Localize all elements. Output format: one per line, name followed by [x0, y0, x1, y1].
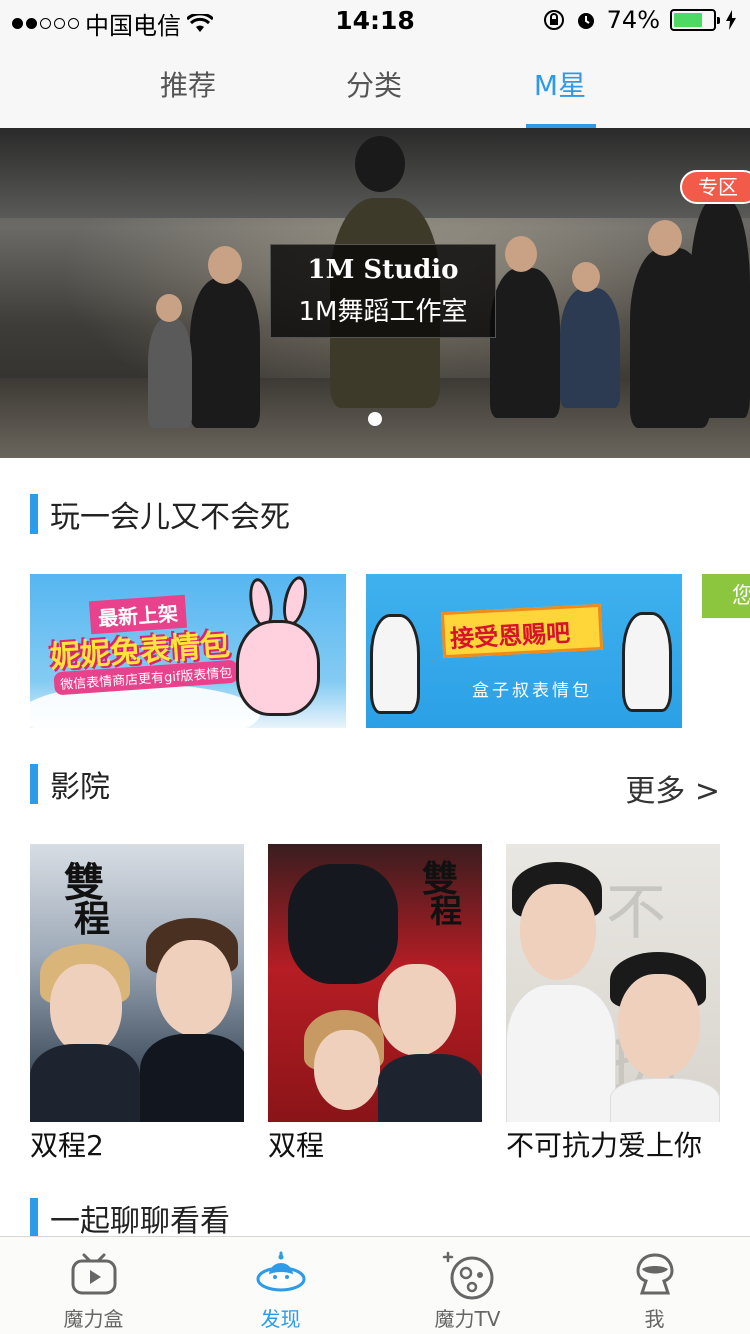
card-title: 接受恩赐吧	[449, 618, 571, 654]
movie-title[interactable]: 双程	[268, 1124, 324, 1164]
battery-fill	[674, 13, 703, 27]
banner-caption-title: 1M Studio	[307, 255, 459, 285]
banner-caption: 1M Studio 1M舞蹈工作室	[270, 244, 496, 338]
banner-dancer-head	[572, 262, 600, 292]
tv-box-icon	[71, 1253, 116, 1295]
poster-figure-shirt	[610, 1078, 720, 1122]
more-link[interactable]: 更多 >	[625, 766, 720, 810]
ufo-icon	[256, 1251, 305, 1292]
sticker-card-box-uncle[interactable]: 接受恩赐吧 盒子叔表情包	[366, 574, 682, 728]
card-subtitle: 盒子叔表情包	[472, 681, 592, 701]
zone-badge[interactable]: 专区	[680, 170, 750, 204]
movie-poster[interactable]: 雙 程	[268, 844, 482, 1122]
bottom-tab-bar: 魔力盒 发现 魔力TV 我	[0, 1236, 750, 1334]
banner-dancer-head	[648, 220, 682, 256]
planet-icon	[442, 1251, 493, 1300]
tab-label: 发现	[260, 1307, 301, 1331]
tab-discover[interactable]: 发现	[187, 1237, 374, 1334]
section-title: 影院	[50, 770, 110, 805]
poster-figure-face	[378, 964, 456, 1056]
tab-label: 魔力TV	[434, 1307, 501, 1331]
battery-percent: 74%	[606, 6, 660, 34]
alien-illustration	[622, 612, 672, 712]
banner-caption-subtitle: 1M舞蹈工作室	[298, 297, 468, 327]
movie-poster[interactable]: 不 抗	[506, 844, 720, 1122]
movie-poster[interactable]: 雙 程	[30, 844, 244, 1122]
banner-dancer-head	[208, 246, 242, 284]
poster-figure-shirt	[506, 984, 616, 1122]
poster-figure-suit	[140, 1034, 244, 1122]
tab-magic-box[interactable]: 魔力盒	[0, 1237, 187, 1334]
movie-title[interactable]: 不可抗力爱上你	[506, 1124, 702, 1164]
tab-category[interactable]: 分类	[314, 64, 434, 104]
banner-dancer-head	[355, 136, 405, 192]
banner-dancer	[190, 278, 260, 428]
banner-dancer	[148, 318, 192, 428]
banner-dancer	[560, 288, 620, 408]
hero-banner[interactable]: 1M Studio 1M舞蹈工作室 专区	[0, 128, 750, 458]
banner-dancer	[690, 198, 750, 418]
tab-magic-tv[interactable]: 魔力TV	[374, 1237, 561, 1334]
section-header-cinema: 影院	[30, 764, 110, 805]
poster-calligraphy: 不	[606, 878, 666, 948]
section-title: 一起聊聊看看	[50, 1204, 230, 1239]
battery-icon	[670, 9, 720, 31]
top-tab-bar: 推荐 分类 M星	[0, 40, 750, 128]
tab-label: 我	[644, 1307, 665, 1331]
section-accent-bar	[30, 764, 38, 804]
section-header-chat: 一起聊聊看看	[30, 1198, 230, 1239]
rabbit-illustration	[236, 620, 320, 716]
sticker-card-nini-rabbit[interactable]: 最新上架 妮妮兔表情包 微信表情商店更有gif版表情包	[30, 574, 346, 728]
alarm-icon	[577, 13, 594, 29]
poster-figure-face	[520, 884, 596, 980]
charging-icon	[726, 10, 736, 30]
alien-illustration	[370, 614, 420, 714]
card-title: 您	[732, 584, 750, 609]
poster-figure-suit	[378, 1054, 482, 1122]
poster-calligraphy: 程	[430, 892, 463, 930]
tab-me[interactable]: 我	[561, 1237, 748, 1334]
banner-dancer-head	[505, 236, 537, 272]
section-header-play: 玩一会儿又不会死	[30, 494, 290, 535]
poster-figure-face	[618, 974, 700, 1078]
poster-calligraphy: 程	[74, 898, 111, 940]
status-right: 74%	[543, 6, 736, 34]
poster-figure-face	[314, 1030, 380, 1110]
tab-recommend[interactable]: 推荐	[128, 64, 248, 104]
banner-dancer-head	[156, 294, 182, 322]
movie-title[interactable]: 双程2	[30, 1124, 104, 1164]
tab-m-star[interactable]: M星	[500, 64, 620, 104]
rotation-lock-icon	[543, 10, 564, 30]
sticker-card-partial[interactable]: 您	[702, 574, 750, 618]
poster-figure-face	[50, 964, 122, 1054]
status-bar: 中国电信 14:18 74%	[0, 0, 750, 40]
carousel-page-indicator	[368, 412, 382, 426]
section-title: 玩一会儿又不会死	[50, 500, 290, 535]
banner-dancer	[490, 268, 560, 418]
alien-profile-icon	[635, 1253, 674, 1295]
poster-figure-face	[156, 940, 232, 1036]
poster-figure-suit	[288, 864, 398, 984]
section-accent-bar	[30, 494, 38, 534]
poster-figure-suit	[30, 1044, 140, 1122]
section-accent-bar	[30, 1198, 38, 1238]
tab-label: 魔力盒	[63, 1307, 124, 1331]
